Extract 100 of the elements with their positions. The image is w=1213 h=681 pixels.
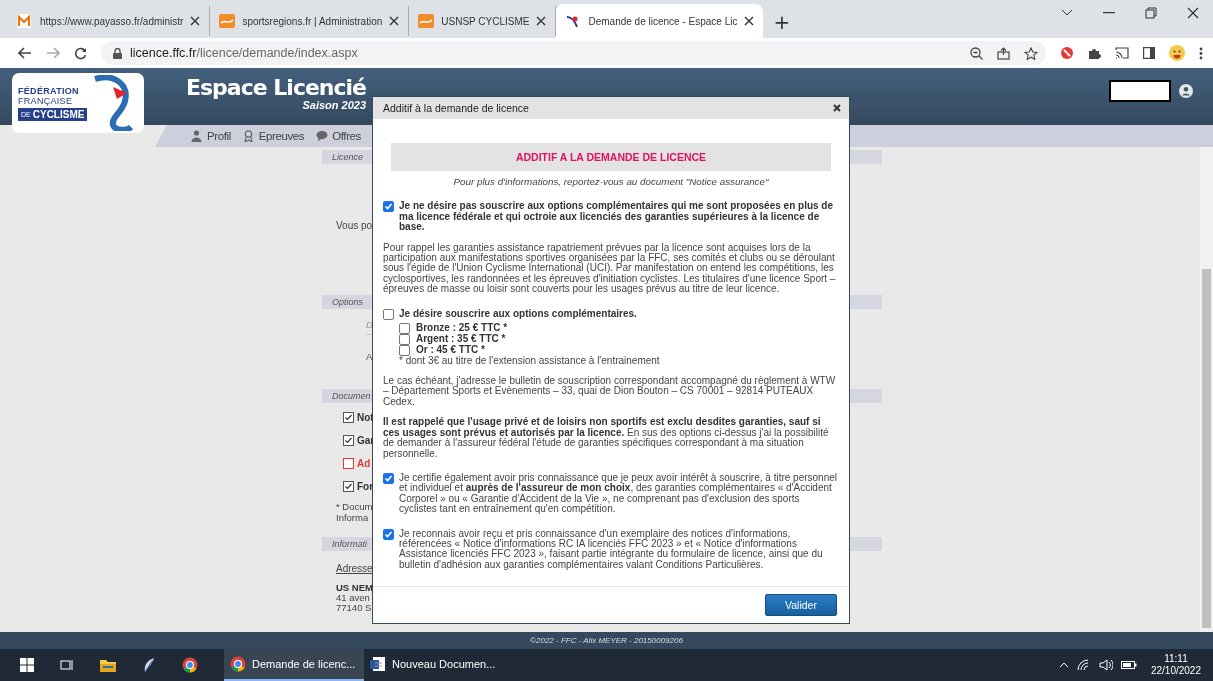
browser-tab[interactable]: https://www.payasso.fr/administr <box>8 6 211 36</box>
paragraph: Pour rappel les garanties assistance rapatriement prévues par la licence sont acquises lors de la participation aux manifestations sportives organisées par la FFC, ses comités et clubs ou se déroulant sous l'égide de l'Union Cyclisme International (UCI). Par manifestation on entend les compétitions, les cyclosportives, les randonnées et les épreuves d'initiation cyclistes. Les titulaires d'une licence Sport – épreuves de masse ou loisir sont couverts pour les usages prévus au titre de leur licence. <box>383 242 837 295</box>
new-tab-button[interactable]: + <box>763 6 801 38</box>
chrome-icon <box>230 656 246 672</box>
person-icon <box>191 130 203 142</box>
user-icon[interactable] <box>1179 84 1193 98</box>
clock-time: 11:11 <box>1163 653 1189 665</box>
club-name: US NEM <box>336 582 373 593</box>
speaker-icon[interactable] <box>1098 659 1113 671</box>
redacted-box <box>1109 80 1171 102</box>
footnote: * dont 3€ au titre de l'extension assistance à l'entrainement <box>399 355 661 367</box>
side-panel-icon[interactable] <box>1143 47 1155 59</box>
taskbar-app[interactable]: Demande de licenc... <box>224 649 364 681</box>
logo-text: CYCLISME <box>32 108 85 120</box>
checked-checkbox[interactable] <box>343 481 354 492</box>
option-label: Bronze : 25 € TTC * <box>416 323 508 334</box>
field-label: A <box>366 351 373 362</box>
wifi-icon[interactable] <box>1076 659 1091 671</box>
address-heading: Adresse <box>336 563 373 574</box>
checkbox-label: Je désire souscrire aux options complémentaires. <box>399 308 637 320</box>
back-arrow-icon[interactable] <box>18 47 32 59</box>
close-icon[interactable] <box>1187 7 1199 19</box>
document-label: Ad <box>357 458 371 469</box>
copyright-text: ©2022 - FFC - Alix MEYER - 20150009206 <box>530 636 683 645</box>
browser-tab[interactable]: USNSP CYCLISME <box>409 6 557 36</box>
checkbox[interactable] <box>383 528 394 540</box>
more-icon[interactable] <box>1199 46 1203 60</box>
checkbox[interactable] <box>399 344 410 356</box>
document-label: Not <box>357 412 374 423</box>
share-icon[interactable] <box>997 46 1010 60</box>
ribbon-icon <box>242 130 255 142</box>
blocked-sign-icon[interactable] <box>1060 46 1074 60</box>
tab-title: sportsregions.fr | Administration <box>242 15 383 27</box>
close-icon[interactable] <box>744 16 755 26</box>
scrollbar-thumb[interactable] <box>1202 269 1211 628</box>
site-title: Espace Licencié <box>186 76 367 100</box>
cast-icon[interactable] <box>1115 47 1129 59</box>
folder-icon[interactable] <box>100 658 116 672</box>
checkbox-label: Je ne désire pas souscrire aux options complémentaires qui me sont proposées en plus de ma licence fédérale et qui octroie aux licenciés des garanties supérieures à la licence de base. <box>399 201 835 233</box>
letter-m-icon <box>17 14 33 28</box>
info-note: Pour plus d'informations, reportez-vous au document "Notice assurance" <box>452 177 770 188</box>
note-text: Informa <box>336 512 369 523</box>
chrome-icon[interactable] <box>182 657 198 673</box>
tab-title: USNSP CYCLISME <box>441 15 530 27</box>
intro-text: Vous po <box>336 220 373 231</box>
feather-icon[interactable] <box>142 657 156 673</box>
site-subtitle: Saison 2023 <box>302 100 367 111</box>
star-icon[interactable] <box>1024 46 1038 60</box>
clock-date: 22/10/2022 <box>1150 665 1201 677</box>
zoom-out-icon[interactable] <box>970 46 983 60</box>
document-label: For <box>357 481 374 492</box>
scrollbar[interactable] <box>1200 147 1213 632</box>
validate-button[interactable]: Valider <box>765 594 837 616</box>
close-icon[interactable] <box>190 16 201 26</box>
checkbox-label: Je certifie également avoir pris connaissance que je peux avoir intérêt à souscrire, à titre personnel et individuel et auprès de l'assureur de mon choix, des garanties complémentaires « d'Accident Corporel » ou « Garantie d'Accident de la Vie », ne comprenant pas d'exclusion des sports cyclistes tant en entraînement qu'en compétition. <box>399 472 838 515</box>
reload-icon[interactable] <box>74 46 87 60</box>
checkbox[interactable] <box>383 472 394 484</box>
address-line: 77140 S <box>336 603 372 613</box>
taskbar-app[interactable]: Nouveau Documen... <box>364 649 504 681</box>
browser-tab[interactable]: sportsregions.fr | Administration <box>210 6 410 36</box>
close-icon[interactable] <box>536 16 547 26</box>
url-text: licence.ffc.fr/licence/demande/index.aspx <box>130 46 358 60</box>
checkbox[interactable] <box>383 201 394 213</box>
chevron-down-icon[interactable] <box>1061 9 1073 17</box>
option-label: Argent : 35 € TTC * <box>416 334 506 345</box>
logo-text: FRANÇAISE <box>18 95 74 106</box>
restore-icon[interactable] <box>1145 7 1157 19</box>
lock-icon <box>113 47 122 59</box>
browser-tab[interactable]: Demande de licence - Espace Lic <box>556 4 764 38</box>
checkbox[interactable] <box>399 333 410 345</box>
address-bar[interactable]: licence.ffc.fr/licence/demande/index.aspx <box>101 41 1046 65</box>
battery-icon[interactable] <box>1120 660 1137 670</box>
minimize-icon[interactable] <box>1103 12 1115 14</box>
nav-link[interactable]: Epreuves <box>242 130 305 142</box>
nav-link[interactable]: Profil <box>191 130 231 142</box>
checked-checkbox[interactable] <box>343 435 354 446</box>
address-line: 41 aven <box>336 593 370 603</box>
speech-bubble-icon <box>316 130 329 142</box>
note-text: * Docum <box>336 501 373 512</box>
checked-checkbox[interactable] <box>343 412 354 423</box>
close-icon[interactable] <box>833 104 841 112</box>
task-view-icon[interactable] <box>60 658 74 672</box>
tab-title: Demande de licence - Espace Lic <box>588 15 738 27</box>
nav-link[interactable]: Offres <box>316 130 361 142</box>
tab-title: https://www.payasso.fr/administr <box>40 15 184 27</box>
dialog-title: Additif à la demande de licence <box>383 102 529 114</box>
windows-start-icon[interactable] <box>20 658 34 672</box>
chevron-up-icon[interactable] <box>1058 662 1069 668</box>
profile-avatar-icon[interactable] <box>1169 45 1185 61</box>
wave-logo-icon <box>418 14 435 28</box>
option-label: Or : 45 € TTC * <box>416 345 485 356</box>
logo-text: FÉDÉRATION <box>18 85 80 96</box>
checkbox[interactable] <box>399 322 410 334</box>
checkbox[interactable] <box>383 308 394 320</box>
document-icon <box>370 656 386 672</box>
wave-logo-icon <box>219 14 236 28</box>
puzzle-icon[interactable] <box>1088 46 1101 60</box>
checkbox[interactable] <box>343 458 354 469</box>
paragraph: Il est rappelé que l'usage privé et de loisirs non sportifs est exclu desdites garanties, sauf si ces usages sont prévus et autorisés par la licence. En sus des options ci-dessus j'ai la possibilité de demander à l'assureur fédéral l'étude de garanties spécifiques correspondant à ma situation personnelle. <box>383 417 830 459</box>
close-icon[interactable] <box>389 16 400 26</box>
